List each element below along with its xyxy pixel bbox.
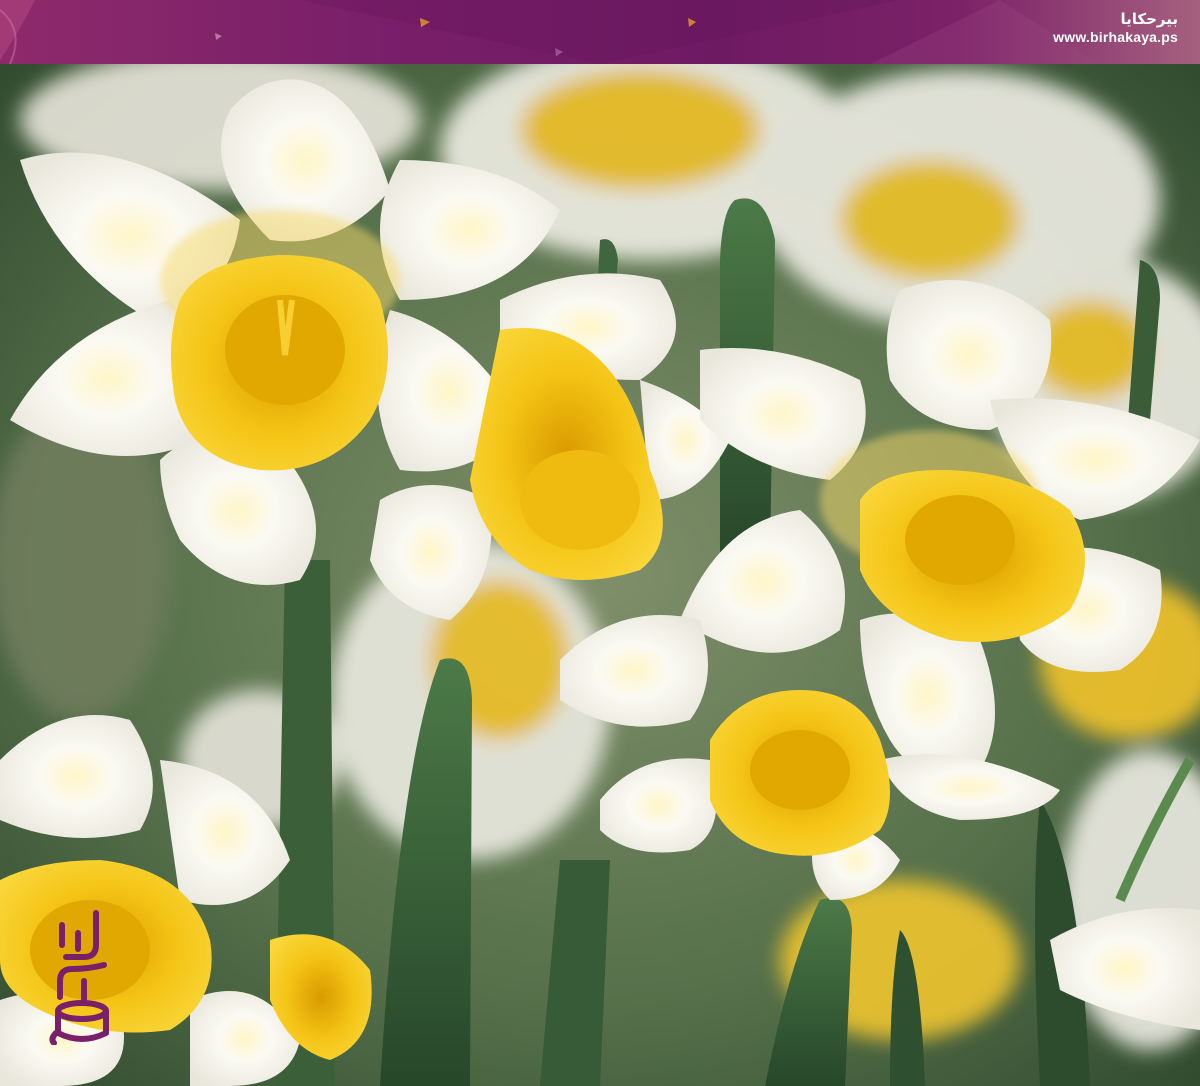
birhakaya-logo-icon bbox=[49, 910, 109, 1045]
banner-decoration bbox=[0, 0, 1100, 64]
daffodil-photo bbox=[0, 64, 1200, 1086]
header-banner: بيرحكايا www.birhakaya.ps bbox=[0, 0, 1200, 64]
page: بيرحكايا www.birhakaya.ps bbox=[0, 0, 1200, 1086]
brand-name: بيرحكايا bbox=[1120, 10, 1178, 28]
brand-url: www.birhakaya.ps bbox=[1053, 29, 1178, 45]
brand-block: بيرحكايا www.birhakaya.ps bbox=[1053, 10, 1178, 46]
